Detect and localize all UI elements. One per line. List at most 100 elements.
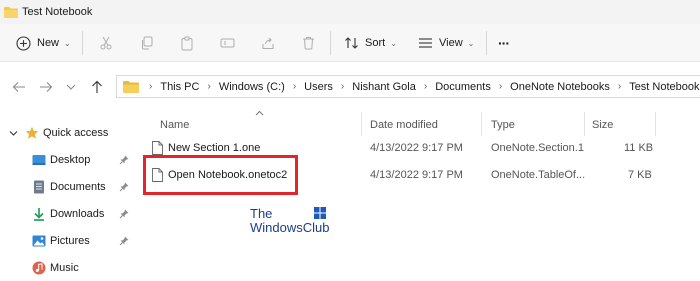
file-icon [152, 141, 163, 155]
breadcrumb-separator-icon: › [207, 81, 211, 92]
column-divider[interactable] [361, 112, 362, 136]
sidebar-item-label: Quick access [43, 127, 109, 139]
title-bar: Test Notebook [0, 0, 700, 24]
pin-icon [119, 236, 129, 246]
desktop-icon [32, 155, 46, 165]
paste-button[interactable] [180, 28, 194, 58]
arrow-right-icon [40, 82, 53, 92]
sidebar-item-label: Documents [50, 181, 106, 193]
toolbar-divider [82, 31, 83, 55]
chevron-down-icon[interactable] [9, 130, 18, 137]
column-divider[interactable] [481, 112, 482, 136]
documents-icon [34, 180, 44, 194]
column-header-date-modified[interactable]: Date modified [370, 114, 438, 136]
watermark-line2: WindowsClub [250, 220, 330, 235]
toolbar-divider [330, 31, 331, 55]
chevron-down-icon: ⌄ [64, 38, 71, 48]
sidebar-item-pictures[interactable]: Pictures [0, 230, 140, 252]
column-header-name[interactable]: Name [160, 114, 189, 136]
forward-button[interactable] [38, 79, 54, 95]
column-header-size[interactable]: Size [592, 114, 613, 136]
share-icon [262, 37, 274, 49]
breadcrumb-nishant-gola[interactable]: Nishant Gola [352, 81, 416, 93]
delete-button[interactable] [302, 28, 315, 58]
download-icon [34, 208, 44, 221]
breadcrumb-separator-icon: › [340, 81, 345, 92]
sort-button[interactable]: Sort ⌄ [344, 28, 397, 58]
file-type: OneNote.TableOf... [491, 169, 586, 181]
sidebar-item-documents[interactable]: Documents [0, 176, 140, 198]
windows-logo-icon [314, 207, 326, 219]
share-button[interactable] [261, 28, 275, 58]
file-date-modified: 4/13/2022 9:17 PM [370, 142, 463, 154]
file-size: 11 KB [624, 142, 654, 154]
arrow-up-icon [92, 80, 102, 93]
sidebar-item-label: Music [50, 262, 79, 274]
highlight-box [143, 155, 298, 195]
window-title: Test Notebook [22, 6, 93, 18]
view-list-icon [419, 38, 432, 48]
breadcrumb-separator-icon: › [423, 81, 428, 92]
sidebar-item-label: Desktop [50, 154, 91, 166]
address-row: › This PC › Windows (C:) › Users › Nisha… [0, 62, 700, 110]
view-button[interactable]: View ⌄ [418, 28, 474, 58]
sort-label: Sort [365, 37, 386, 49]
up-button[interactable] [89, 79, 105, 95]
sidebar-item-label: Pictures [50, 235, 90, 247]
folder-icon [4, 7, 18, 18]
rename-icon [220, 38, 235, 48]
breadcrumb-windows-c[interactable]: Windows (C:) [219, 81, 285, 93]
breadcrumb-users[interactable]: Users [304, 81, 333, 93]
new-button[interactable]: New ⌄ [16, 28, 71, 58]
column-header-type[interactable]: Type [491, 114, 515, 136]
file-size: 7 KB [628, 169, 652, 181]
copy-icon [142, 36, 153, 50]
pictures-icon [32, 235, 46, 247]
file-type: OneNote.Section.1 [491, 142, 584, 154]
watermark: The WindowsClub [250, 207, 329, 235]
breadcrumb-separator-icon: › [617, 81, 622, 92]
trash-icon [303, 37, 314, 50]
clipboard-icon [181, 36, 193, 50]
pin-icon [119, 182, 129, 192]
breadcrumb-documents[interactable]: Documents [435, 81, 491, 93]
breadcrumb-separator-icon: › [149, 81, 153, 92]
new-label: New [37, 37, 60, 49]
star-icon [25, 126, 39, 139]
scissors-icon [100, 36, 112, 50]
more-options-button[interactable]: ··· [498, 28, 510, 58]
plus-circle-icon [16, 35, 31, 51]
folder-icon [123, 81, 139, 93]
breadcrumb-onenote-notebooks[interactable]: OneNote Notebooks [510, 81, 610, 93]
breadcrumb-separator-icon: › [498, 81, 503, 92]
view-label: View [439, 37, 463, 49]
sidebar-item-desktop[interactable]: Desktop [0, 149, 140, 171]
sidebar-item-music[interactable]: Music [0, 257, 140, 279]
rename-button[interactable] [220, 28, 235, 58]
ellipsis-icon: ··· [498, 35, 510, 51]
pin-icon [119, 155, 129, 165]
column-divider[interactable] [584, 112, 585, 136]
sort-ascending-icon [255, 110, 264, 116]
breadcrumb-this-pc[interactable]: This PC [160, 81, 199, 93]
address-bar[interactable]: › This PC › Windows (C:) › Users › Nisha… [116, 75, 700, 98]
recent-locations-button[interactable] [63, 79, 79, 95]
breadcrumb-separator-icon: › [292, 81, 297, 92]
sidebar-item-label: Downloads [50, 208, 105, 220]
file-date-modified: 4/13/2022 9:17 PM [370, 169, 463, 181]
column-divider[interactable] [655, 112, 656, 136]
file-name: New Section 1.one [168, 142, 261, 154]
command-bar: New ⌄ Sort ⌄ View ⌄ ··· [0, 24, 700, 62]
sidebar-item-downloads[interactable]: Downloads [0, 203, 140, 225]
file-list: Name Date modified Type Size New Section… [140, 110, 700, 281]
toolbar-divider [486, 31, 487, 55]
copy-button[interactable] [140, 28, 154, 58]
chevron-down-icon [66, 84, 76, 90]
breadcrumb-test-notebook[interactable]: Test Notebook [629, 81, 699, 93]
sidebar-item-quick-access[interactable]: Quick access [0, 122, 140, 144]
back-button[interactable] [11, 79, 27, 95]
pin-icon [119, 209, 129, 219]
music-icon [32, 261, 46, 275]
sort-icon [345, 37, 358, 49]
cut-button[interactable] [99, 28, 113, 58]
